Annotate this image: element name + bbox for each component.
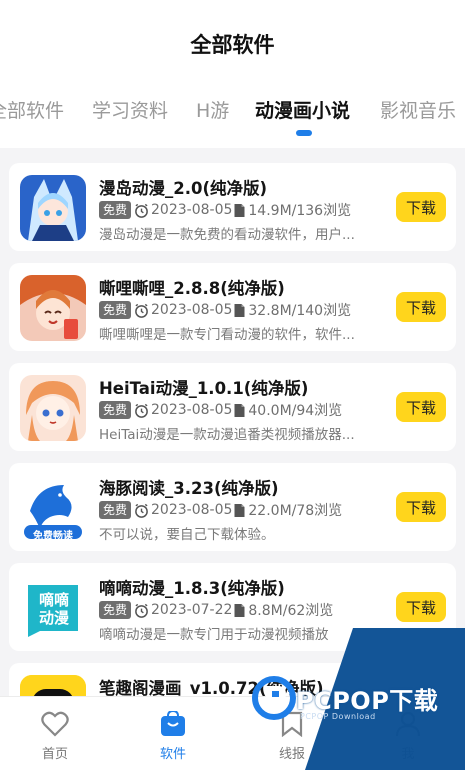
watermark-logo-icon (252, 676, 296, 720)
app-card[interactable]: HeiTai动漫_1.0.1(纯净版) 免费 2023-08-05 40.0M/… (9, 363, 456, 451)
app-stats: 32.8M/140浏览 (248, 303, 352, 319)
app-description: HeiTai动漫是一款动漫追番类视频播放器... (99, 427, 355, 443)
tab-study-materials[interactable]: 学习资料 (92, 96, 168, 123)
file-icon (234, 503, 245, 517)
app-meta: 免费 2023-08-05 32.8M/140浏览 (99, 300, 351, 320)
app-meta: 免费 2023-08-05 22.0M/78浏览 (99, 500, 342, 520)
app-description: 不可以说，要自己下载体验。 (99, 527, 275, 543)
clock-icon (135, 303, 148, 318)
app-stats: 22.0M/78浏览 (248, 503, 343, 519)
nav-label: 软件 (159, 747, 186, 762)
download-button[interactable]: 下载 (396, 292, 446, 322)
app-date: 2023-08-05 (151, 402, 233, 418)
watermark-subtext: PCPOP Download (300, 712, 376, 721)
app-date: 2023-07-22 (151, 602, 233, 618)
download-button[interactable]: 下载 (396, 192, 446, 222)
nav-home[interactable]: 首页 (15, 697, 95, 770)
app-card[interactable]: 嘶哩嘶哩_2.8.8(纯净版) 免费 2023-08-05 32.8M/140浏… (9, 263, 456, 351)
app-list[interactable]: 漫岛动漫_2.0(纯净版) 免费 2023-08-05 14.9M/136浏览 … (0, 148, 465, 696)
tab-anime-comics-novels[interactable]: 动漫画小说 (255, 96, 350, 123)
app-icon-dolphin-reader: 免费畅读 (20, 475, 86, 541)
category-tabs: 全部软件 学习资料 H游 动漫画小说 影视音乐 (0, 80, 465, 148)
free-badge: 免费 (99, 501, 132, 519)
app-card[interactable]: 免费畅读 海豚阅读_3.23(纯净版) 免费 2023-08-05 22.0M/… (9, 463, 456, 551)
free-badge: 免费 (99, 401, 132, 419)
app-meta: 免费 2023-07-22 8.8M/62浏览 (99, 600, 333, 620)
app-name: HeiTai动漫_1.0.1(纯净版) (99, 379, 309, 398)
free-badge: 免费 (99, 201, 132, 219)
app-card[interactable]: 漫岛动漫_2.0(纯净版) 免费 2023-08-05 14.9M/136浏览 … (9, 163, 456, 251)
app-date: 2023-08-05 (151, 302, 233, 318)
app-icon-caption: 嘀嘀动漫 (38, 591, 69, 627)
clock-icon (135, 603, 148, 618)
tab-movies-music[interactable]: 影视音乐 (380, 96, 456, 123)
bag-icon (161, 711, 185, 736)
heart-icon (41, 711, 69, 737)
app-name: 嘶哩嘶哩_2.8.8(纯净版) (99, 279, 285, 298)
app-icon-didi-anime: 嘀嘀动漫 (20, 575, 86, 641)
app-name: 嘀嘀动漫_1.8.3(纯净版) (99, 579, 285, 598)
app-icon-heitai (20, 375, 86, 441)
tab-h-games[interactable]: H游 (196, 96, 229, 123)
app-icon-caption: 免费畅读 (33, 531, 73, 541)
download-button[interactable]: 下载 (396, 392, 446, 422)
tab-all-software[interactable]: 全部软件 (0, 96, 64, 123)
app-date: 2023-08-05 (151, 202, 233, 218)
app-meta: 免费 2023-08-05 40.0M/94浏览 (99, 400, 342, 420)
file-icon (234, 403, 245, 417)
app-icon-mandao (20, 175, 86, 241)
app-name: 海豚阅读_3.23(纯净版) (99, 479, 279, 498)
page-title: 全部软件 (190, 33, 275, 57)
free-badge: 免费 (99, 601, 132, 619)
clock-icon (135, 403, 148, 418)
nav-software[interactable]: 软件 (133, 697, 213, 770)
app-name: 漫岛动漫_2.0(纯净版) (99, 179, 268, 198)
app-stats: 40.0M/94浏览 (248, 403, 343, 419)
app-icon-silisili (20, 275, 86, 341)
app-meta: 免费 2023-08-05 14.9M/136浏览 (99, 200, 351, 220)
app-description: 嘶哩嘶哩是一款专门看动漫的软件，软件... (99, 327, 355, 343)
nav-label: 线报 (278, 747, 305, 762)
file-icon (234, 603, 245, 617)
app-icon-biquge-comics (20, 675, 86, 696)
nav-label: 首页 (41, 747, 68, 762)
app-date: 2023-08-05 (151, 502, 233, 518)
watermark-text: PCPOP下载 (296, 686, 439, 715)
clock-icon (135, 503, 148, 518)
active-tab-indicator (296, 130, 312, 136)
header: 全部软件 (0, 0, 465, 80)
app-description: 嘀嘀动漫是一款专门用于动漫视频播放 (99, 627, 329, 643)
download-button[interactable]: 下载 (396, 592, 446, 622)
download-button[interactable]: 下载 (396, 492, 446, 522)
file-icon (234, 203, 245, 217)
free-badge: 免费 (99, 301, 132, 319)
clock-icon (135, 203, 148, 218)
app-stats: 8.8M/62浏览 (248, 603, 334, 619)
app-stats: 14.9M/136浏览 (248, 203, 352, 219)
app-description: 漫岛动漫是一款免费的看动漫软件，用户... (99, 227, 355, 243)
file-icon (234, 303, 245, 317)
